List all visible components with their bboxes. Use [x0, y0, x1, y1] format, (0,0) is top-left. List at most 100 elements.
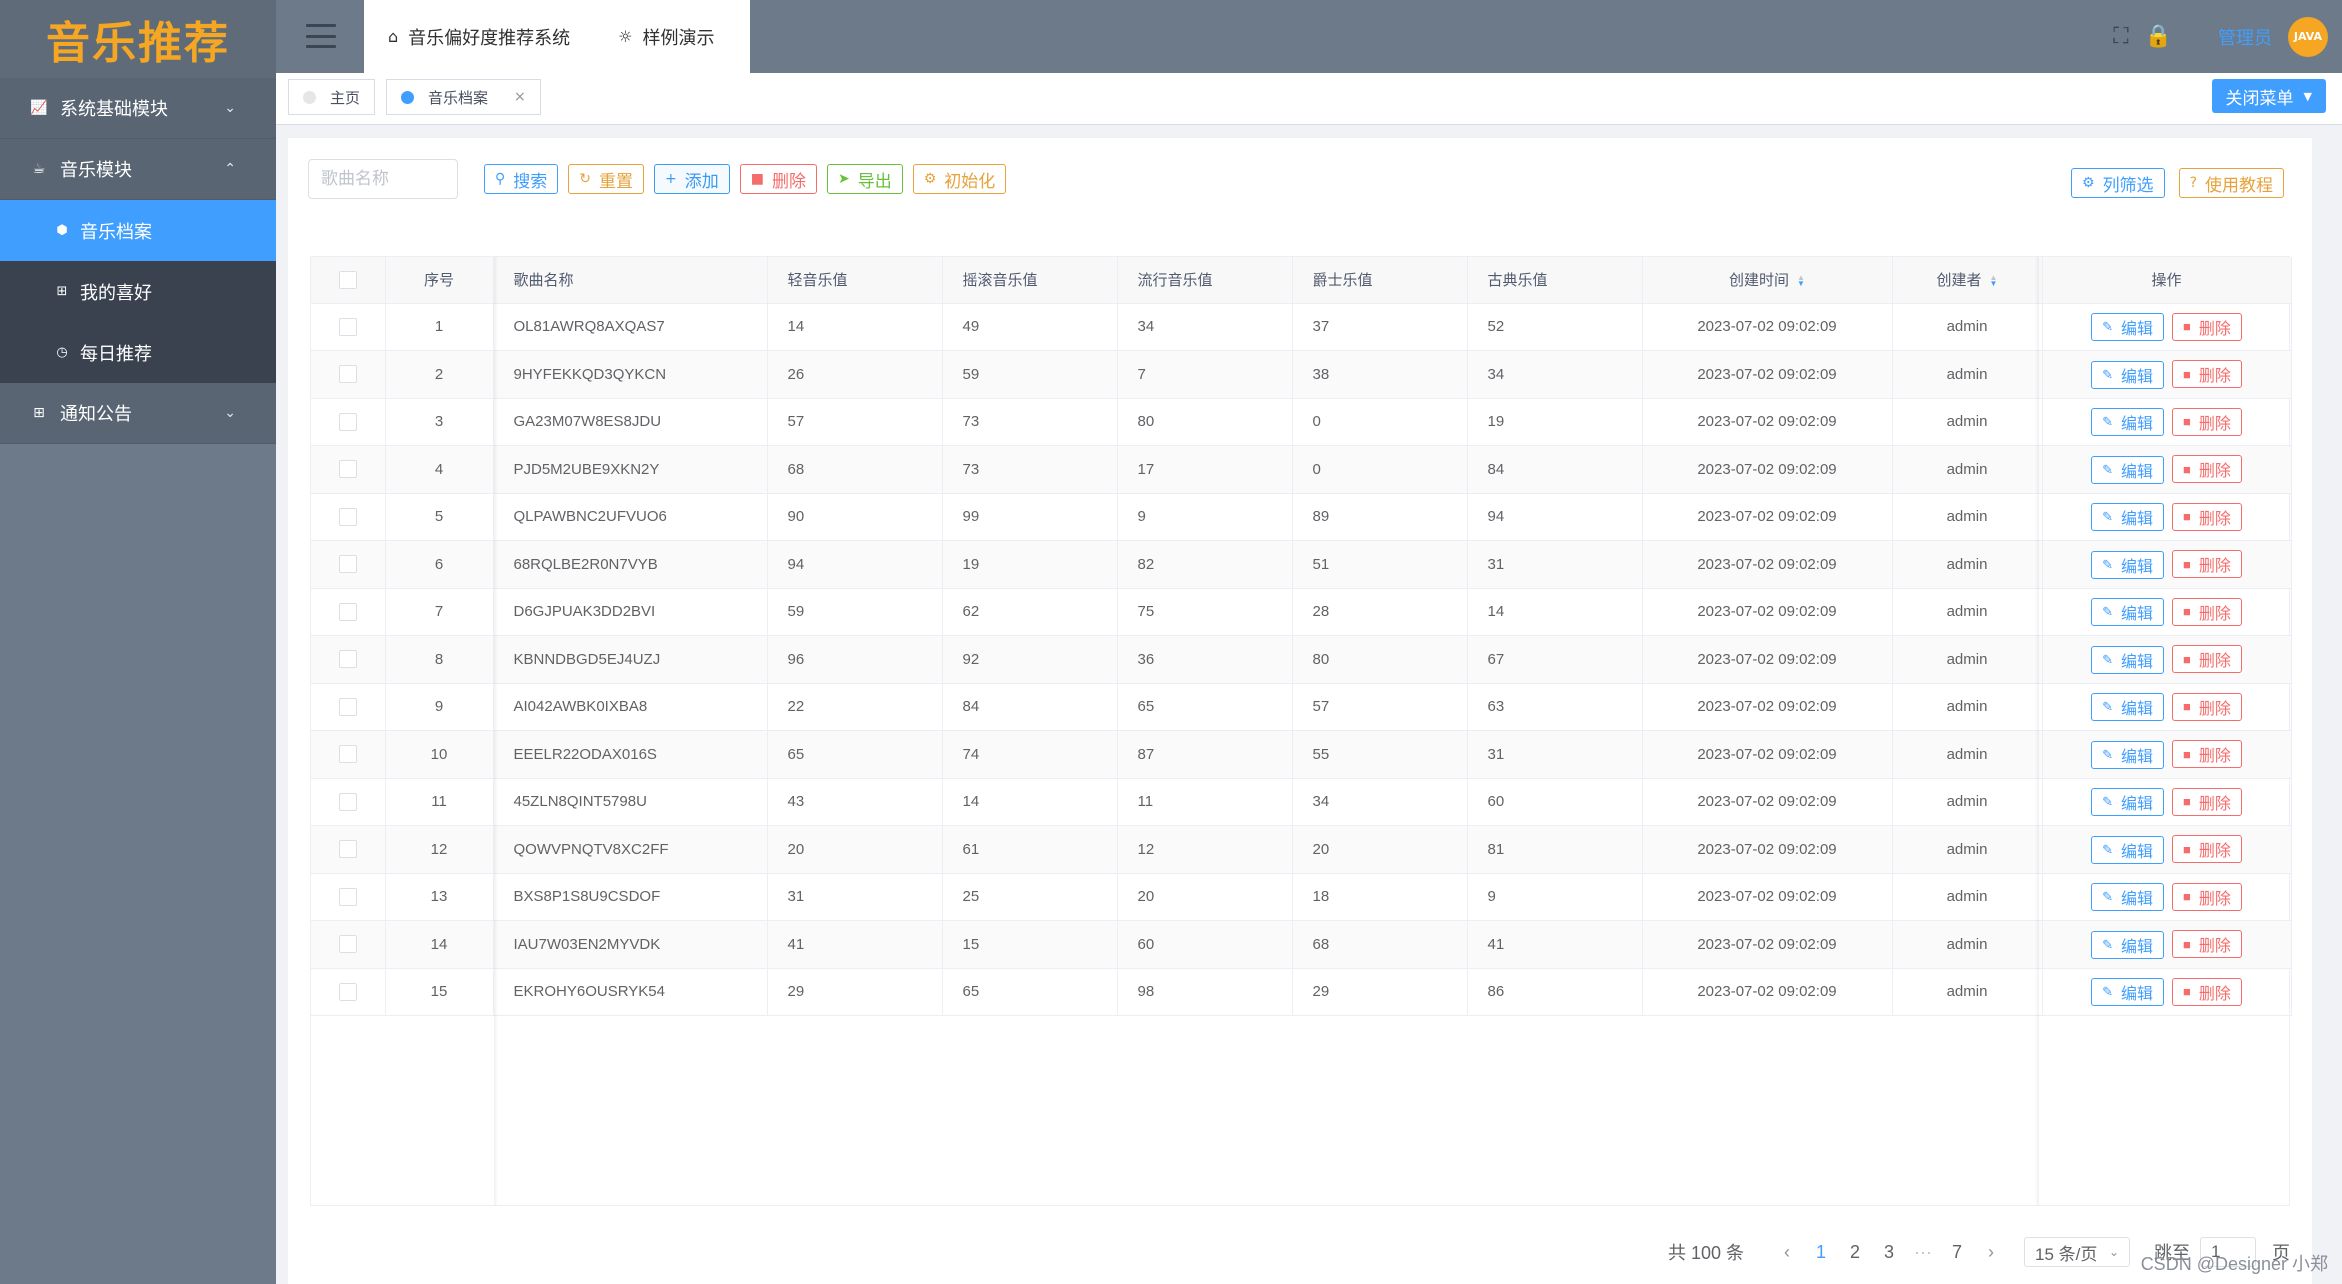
sort-icon[interactable]: ▲ ▼: [1990, 274, 1998, 288]
edit-button[interactable]: ✎ 编辑: [2091, 645, 2165, 674]
page-7[interactable]: 7: [1940, 1242, 1974, 1263]
row-checkbox[interactable]: [338, 650, 357, 669]
row-checkbox[interactable]: [338, 935, 357, 954]
more-pages-icon[interactable]: ···: [1906, 1242, 1940, 1263]
column-filter-button[interactable]: ⚙ 列筛选: [2071, 168, 2165, 198]
page-2[interactable]: 2: [1838, 1242, 1872, 1263]
row-delete-button[interactable]: ■ 删除: [2172, 692, 2242, 721]
reset-button[interactable]: ↻ 重置: [568, 164, 644, 194]
row-checkbox[interactable]: [338, 697, 357, 716]
edit-button[interactable]: ✎ 编辑: [2091, 360, 2165, 389]
tag-music-archive[interactable]: 音乐档案 ×: [386, 79, 541, 115]
row-checkbox-cell[interactable]: [311, 825, 386, 874]
edit-button[interactable]: ✎ 编辑: [2091, 313, 2165, 341]
row-delete-button[interactable]: ■ 删除: [2172, 502, 2242, 531]
row-checkbox-cell[interactable]: [311, 445, 386, 494]
page-size-select[interactable]: 15 条/页 ⌄: [2024, 1237, 2130, 1267]
delete-button[interactable]: ■ 删除: [739, 164, 817, 194]
row-checkbox[interactable]: [338, 792, 357, 811]
row-delete-button[interactable]: ■ 删除: [2172, 977, 2242, 1006]
sidebar-item-daily-recommend[interactable]: ◷ 每日推荐: [0, 322, 276, 383]
edit-button[interactable]: ✎ 编辑: [2091, 978, 2165, 1006]
row-delete-button[interactable]: ■ 删除: [2172, 787, 2242, 816]
select-all-checkbox[interactable]: [338, 270, 357, 289]
fullscreen-icon[interactable]: ⛶: [2113, 24, 2128, 49]
edit-button[interactable]: ✎ 编辑: [2091, 455, 2165, 484]
edit-button[interactable]: ✎ 编辑: [2091, 503, 2165, 531]
row-checkbox[interactable]: [338, 982, 357, 1001]
sidebar-item-music-archive[interactable]: ⬢ 音乐档案: [0, 200, 276, 261]
edit-button[interactable]: ✎ 编辑: [2091, 930, 2165, 959]
row-delete-button[interactable]: ■ 删除: [2172, 835, 2242, 863]
row-delete-button[interactable]: ■ 删除: [2172, 597, 2242, 626]
sidebar-item-notice[interactable]: ⊞ 通知公告 ⌄: [0, 383, 276, 444]
logo[interactable]: 音乐推荐: [0, 0, 276, 78]
user-name[interactable]: 管理员: [2218, 24, 2272, 50]
tab-demo[interactable]: ☼ 样例演示: [594, 24, 738, 50]
next-page-icon[interactable]: ›: [1974, 1242, 2008, 1263]
row-checkbox-cell[interactable]: [311, 588, 386, 636]
edit-button[interactable]: ✎ 编辑: [2091, 788, 2165, 816]
row-delete-button[interactable]: ■ 删除: [2172, 455, 2242, 483]
select-all-checkbox-cell[interactable]: [311, 257, 386, 304]
row-checkbox[interactable]: [338, 745, 357, 764]
row-checkbox-cell[interactable]: [311, 635, 386, 684]
edit-button[interactable]: ✎ 编辑: [2091, 883, 2165, 911]
row-checkbox[interactable]: [338, 887, 357, 906]
row-checkbox[interactable]: [338, 317, 357, 336]
row-checkbox-cell[interactable]: [311, 350, 386, 399]
row-delete-button[interactable]: ■ 删除: [2172, 645, 2242, 673]
edit-button[interactable]: ✎ 编辑: [2091, 408, 2165, 436]
row-delete-button[interactable]: ■ 删除: [2172, 550, 2242, 578]
row-checkbox-cell[interactable]: [311, 920, 386, 969]
page-3[interactable]: 3: [1872, 1242, 1906, 1263]
sidebar-item-my-favorites[interactable]: ⊞ 我的喜好: [0, 261, 276, 322]
row-checkbox[interactable]: [338, 507, 357, 526]
edit-button[interactable]: ✎ 编辑: [2091, 598, 2165, 626]
hamburger-menu-icon[interactable]: [306, 24, 336, 48]
lock-icon[interactable]: 🔒: [2145, 24, 2172, 49]
row-checkbox-cell[interactable]: [311, 540, 386, 589]
avatar[interactable]: JAVA: [2288, 16, 2328, 57]
row-checkbox-cell[interactable]: [311, 493, 386, 541]
init-button[interactable]: ⚙ 初始化: [912, 164, 1007, 194]
row-checkbox[interactable]: [338, 412, 357, 431]
row-checkbox[interactable]: [338, 365, 357, 384]
page-1[interactable]: 1: [1804, 1242, 1838, 1263]
sidebar-item-system-basic[interactable]: 📈 系统基础模块 ⌄: [0, 78, 276, 139]
row-checkbox-cell[interactable]: [311, 873, 386, 921]
row-delete-button[interactable]: ■ 删除: [2172, 740, 2242, 768]
row-checkbox-cell[interactable]: [311, 683, 386, 731]
sidebar-item-music-module[interactable]: ☕ 音乐模块 ⌃: [0, 139, 276, 200]
edit-button[interactable]: ✎ 编辑: [2091, 693, 2165, 721]
tag-home[interactable]: 主页: [288, 79, 376, 115]
prev-page-icon[interactable]: ‹: [1770, 1242, 1804, 1263]
row-delete-button[interactable]: ■ 删除: [2172, 930, 2242, 958]
search-button[interactable]: ⚲ 搜索: [484, 164, 559, 194]
row-delete-button[interactable]: ■ 删除: [2172, 407, 2242, 436]
row-checkbox-cell[interactable]: [311, 778, 386, 826]
tutorial-button[interactable]: ? 使用教程: [2178, 168, 2284, 198]
row-delete-button[interactable]: ■ 删除: [2172, 360, 2242, 388]
row-checkbox-cell[interactable]: [311, 968, 386, 1016]
sort-icon[interactable]: ▲ ▼: [1797, 274, 1805, 288]
export-button[interactable]: ➤ 导出: [826, 164, 903, 194]
column-header-sortable[interactable]: 创建者 ▲ ▼: [1892, 257, 2043, 304]
row-checkbox-cell[interactable]: [311, 730, 386, 779]
song-name-search-input[interactable]: [308, 159, 458, 199]
add-button[interactable]: + 添加: [654, 164, 730, 194]
edit-button[interactable]: ✎ 编辑: [2091, 740, 2165, 769]
row-checkbox-cell[interactable]: [311, 303, 386, 351]
row-checkbox[interactable]: [338, 555, 357, 574]
close-icon[interactable]: ×: [514, 89, 526, 105]
edit-button[interactable]: ✎ 编辑: [2091, 550, 2165, 579]
row-delete-button[interactable]: ■ 删除: [2172, 882, 2242, 911]
column-header-sortable[interactable]: 创建时间 ▲ ▼: [1642, 257, 1893, 304]
row-checkbox-cell[interactable]: [311, 398, 386, 446]
row-checkbox[interactable]: [338, 460, 357, 479]
row-checkbox[interactable]: [338, 840, 357, 859]
row-checkbox[interactable]: [338, 602, 357, 621]
row-delete-button[interactable]: ■ 删除: [2172, 312, 2242, 341]
edit-button[interactable]: ✎ 编辑: [2091, 835, 2165, 864]
tab-music-system[interactable]: ⌂ 音乐偏好度推荐系统: [364, 24, 594, 50]
